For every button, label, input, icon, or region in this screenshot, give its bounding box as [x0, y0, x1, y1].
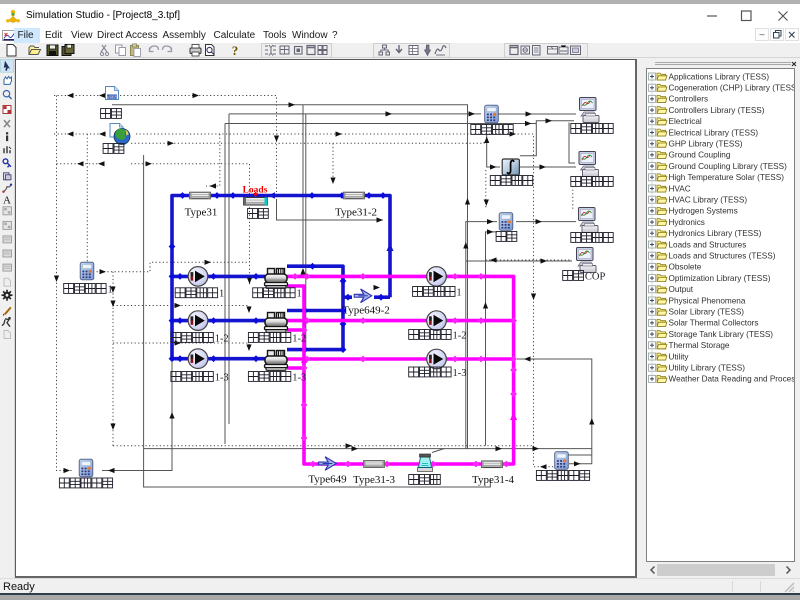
svg-text:Solar Thermal Collectors: Solar Thermal Collectors: [669, 319, 759, 328]
svg-text:Storage Tank Library (TESS): Storage Tank Library (TESS): [669, 330, 774, 339]
svg-text:Thermal Storage: Thermal Storage: [669, 341, 730, 350]
svg-text:A: A: [3, 195, 11, 207]
svg-text:Hydronics Library (TESS): Hydronics Library (TESS): [669, 229, 762, 238]
svg-text:1: 1: [108, 284, 113, 295]
svg-text:Optimization Library (TESS): Optimization Library (TESS): [669, 274, 771, 283]
svg-text:Applications Library (TESS): Applications Library (TESS): [669, 72, 770, 81]
svg-text:Type31-2: Type31-2: [335, 206, 377, 218]
svg-text:Loads: Loads: [243, 185, 268, 195]
svg-text:Hydronics: Hydronics: [669, 218, 705, 227]
svg-text:1: 1: [219, 289, 224, 300]
svg-text:Loads and Structures: Loads and Structures: [669, 240, 747, 249]
svg-text:USER: USER: [107, 95, 118, 99]
svg-text:Output: Output: [669, 285, 694, 294]
svg-text:Obsolete: Obsolete: [669, 263, 702, 272]
svg-text:HVAC: HVAC: [669, 184, 691, 193]
svg-text:Ground Coupling: Ground Coupling: [669, 151, 731, 160]
svg-text:Physical Phenomena: Physical Phenomena: [669, 296, 746, 305]
svg-text:Type31-3: Type31-3: [353, 474, 395, 486]
svg-text:1: 1: [456, 287, 461, 298]
svg-text:GHP Library (TESS): GHP Library (TESS): [669, 140, 743, 149]
svg-text:HVAC Library (TESS): HVAC Library (TESS): [669, 196, 748, 205]
svg-text:Solar Library (TESS): Solar Library (TESS): [669, 308, 745, 317]
svg-text:1-3: 1-3: [215, 372, 229, 383]
svg-text:Loads and Structures (TESS): Loads and Structures (TESS): [669, 252, 776, 261]
svg-text:1-2: 1-2: [215, 333, 229, 344]
svg-text:Weather Data Reading and Proce: Weather Data Reading and Process: [669, 375, 796, 384]
svg-text:Type649: Type649: [308, 474, 347, 486]
svg-text:Electrical: Electrical: [669, 117, 702, 126]
svg-text:Controllers: Controllers: [669, 95, 709, 104]
svg-text:Electrical Library (TESS): Electrical Library (TESS): [669, 128, 759, 137]
svg-text:COP: COP: [585, 271, 606, 282]
svg-text:1-3: 1-3: [292, 372, 306, 383]
svg-text:Type31-4: Type31-4: [472, 474, 514, 486]
svg-text:1-2: 1-2: [292, 333, 306, 344]
svg-text:Utility Library (TESS): Utility Library (TESS): [669, 364, 746, 373]
svg-text:1-3: 1-3: [453, 368, 467, 379]
svg-text:Type649-2: Type649-2: [342, 304, 390, 316]
svg-text:1-2: 1-2: [453, 330, 467, 341]
svg-text:Hydrogen Systems: Hydrogen Systems: [669, 207, 738, 216]
svg-text:High Temperature Solar (TESS): High Temperature Solar (TESS): [669, 173, 785, 182]
svg-text:Cogeneration (CHP) Library (TE: Cogeneration (CHP) Library (TESS): [669, 84, 796, 93]
svg-text:?: ?: [232, 43, 239, 58]
svg-text:Type31: Type31: [185, 206, 218, 218]
svg-text:Utility: Utility: [669, 352, 690, 361]
svg-text:Controllers Library (TESS): Controllers Library (TESS): [669, 106, 765, 115]
svg-text:Ground Coupling Library (TESS): Ground Coupling Library (TESS): [669, 162, 788, 171]
svg-text:1: 1: [297, 289, 302, 300]
